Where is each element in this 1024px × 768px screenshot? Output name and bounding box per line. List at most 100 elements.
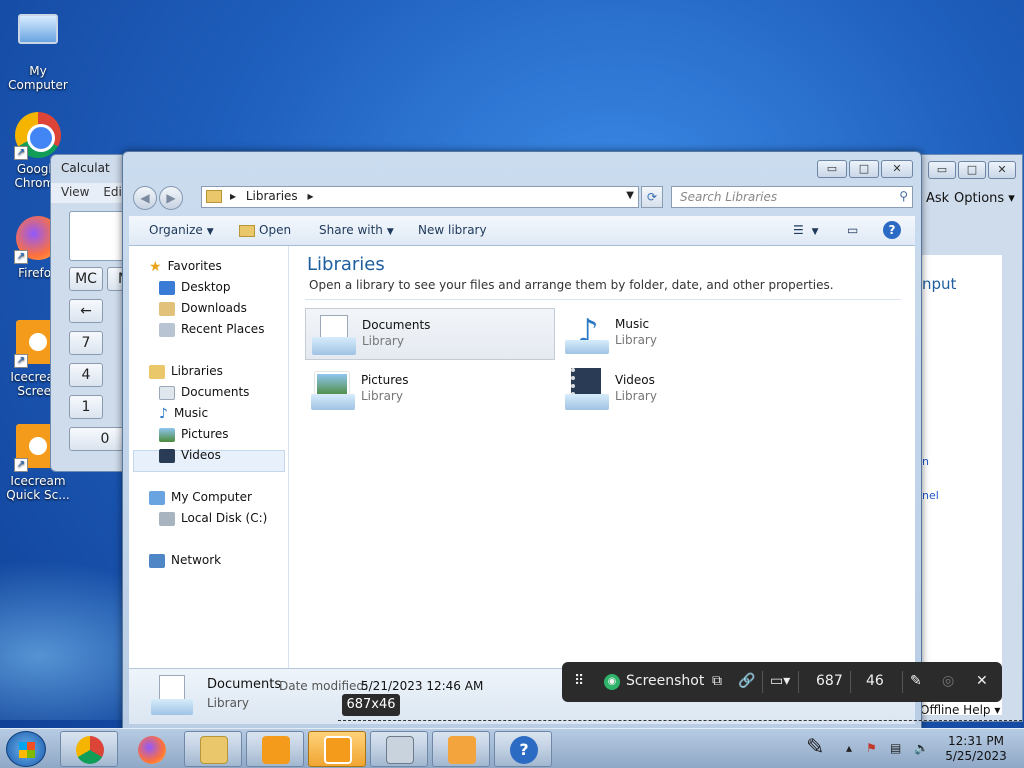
- chrome-icon: ↗: [14, 112, 62, 160]
- close-button[interactable]: ✕: [988, 161, 1016, 179]
- nav-documents[interactable]: Documents: [159, 382, 249, 402]
- taskbar-calculator[interactable]: [370, 731, 428, 767]
- nav-pictures[interactable]: Pictures: [159, 424, 229, 444]
- view-options-icon[interactable]: ☰ ▼: [793, 223, 819, 237]
- menu-view[interactable]: View: [61, 185, 89, 199]
- address-arrow[interactable]: ▸: [230, 189, 236, 203]
- capture-region-border: [338, 720, 1022, 721]
- chevron-down-icon[interactable]: ▼: [626, 190, 634, 201]
- calc-1-button[interactable]: 1: [69, 395, 103, 419]
- documents-icon: [159, 385, 175, 400]
- minimize-button[interactable]: ▭: [817, 160, 847, 178]
- page-title: Libraries: [307, 254, 385, 275]
- taskbar-chrome[interactable]: [60, 731, 118, 767]
- close-button[interactable]: ✕: [881, 160, 913, 178]
- nav-local-disk[interactable]: Local Disk (C:): [159, 508, 267, 528]
- clock[interactable]: 12:31 PM 5/25/2023: [944, 734, 1008, 764]
- calc-4-button[interactable]: 4: [69, 363, 103, 387]
- nav-music[interactable]: ♪ Music: [159, 403, 208, 423]
- nav-videos[interactable]: Videos: [159, 445, 221, 465]
- page-description: Open a library to see your files and arr…: [309, 278, 834, 292]
- show-hidden-icons-icon[interactable]: ▴: [846, 741, 860, 755]
- address-bar[interactable]: ▸ Libraries ▸ ▼: [201, 186, 639, 208]
- breadcrumb-libraries[interactable]: Libraries: [246, 189, 298, 203]
- library-type: Library: [361, 389, 403, 403]
- taskbar-icecream-quick[interactable]: [308, 731, 366, 767]
- menu-options[interactable]: Options ▾: [954, 191, 1015, 206]
- taskbar-explorer[interactable]: [184, 731, 242, 767]
- close-icon[interactable]: ✕: [976, 673, 988, 689]
- drag-handle-icon[interactable]: ⠿: [574, 673, 584, 689]
- nav-libraries[interactable]: Libraries: [149, 361, 223, 381]
- library-type: Library: [362, 334, 404, 348]
- search-input[interactable]: Search Libraries ⚲: [671, 186, 913, 208]
- nav-recent-places[interactable]: Recent Places: [159, 319, 264, 339]
- downloads-icon: [159, 301, 175, 316]
- icecream-quick-icon: [324, 736, 352, 764]
- eye-icon[interactable]: ◎: [942, 673, 954, 689]
- taskbar-icecream-screen[interactable]: [246, 731, 304, 767]
- volume-icon[interactable]: 🔈: [914, 741, 929, 755]
- menu-ask[interactable]: Ask: [926, 191, 949, 206]
- library-item-documents[interactable]: Documents Library: [305, 308, 555, 360]
- taskbar-media-player[interactable]: [432, 731, 490, 767]
- media-player-icon: [448, 736, 476, 764]
- maximize-button[interactable]: □: [849, 160, 879, 178]
- back-button[interactable]: ◀: [133, 186, 157, 210]
- nav-network[interactable]: Network: [149, 550, 221, 570]
- library-item-music[interactable]: ♪ Music Library: [559, 308, 809, 360]
- nav-downloads[interactable]: Downloads: [159, 298, 247, 318]
- help-link[interactable]: nel: [922, 489, 939, 502]
- nav-favorites[interactable]: ★ Favorites: [149, 256, 222, 276]
- screenshot-mode-label[interactable]: Screenshot: [626, 673, 704, 689]
- offline-help-button[interactable]: Offline Help ▾: [920, 703, 1000, 717]
- network-icon: [149, 553, 165, 568]
- pencil-icon[interactable]: ✎: [910, 673, 922, 689]
- link-icon[interactable]: 🔗: [738, 673, 755, 689]
- search-placeholder: Search Libraries: [680, 190, 778, 204]
- nav-label: Libraries: [171, 364, 223, 378]
- share-with-label: Share with: [319, 223, 383, 237]
- library-name: Music: [615, 317, 650, 331]
- height-field[interactable]: 46: [866, 673, 884, 689]
- taskbar-help[interactable]: ?: [494, 731, 552, 767]
- help-link[interactable]: n: [922, 455, 929, 468]
- library-item-pictures[interactable]: Pictures Library: [305, 364, 555, 416]
- share-with-button[interactable]: Share with ▼: [319, 223, 394, 237]
- forward-button[interactable]: ▶: [159, 186, 183, 210]
- search-icon[interactable]: ⚲: [899, 189, 908, 203]
- disk-icon: [159, 511, 175, 526]
- copy-icon[interactable]: ⧉: [712, 673, 722, 689]
- open-button[interactable]: Open: [239, 223, 291, 237]
- address-arrow[interactable]: ▸: [308, 189, 314, 203]
- refresh-button[interactable]: ⟳: [641, 186, 663, 208]
- desktop-icon-label: Icecream Quick Sc...: [6, 474, 70, 502]
- minimize-button[interactable]: ▭: [928, 161, 956, 179]
- nav-label: Local Disk (C:): [181, 511, 268, 525]
- folder-open-icon: [239, 224, 255, 237]
- help-icon[interactable]: ?: [883, 221, 901, 239]
- nav-desktop[interactable]: Desktop: [159, 277, 231, 297]
- network-status-icon[interactable]: ▤: [890, 741, 904, 755]
- library-type: Library: [615, 389, 657, 403]
- monitor-select-icon[interactable]: ▭▾: [770, 673, 790, 689]
- action-center-icon[interactable]: ⚑: [866, 741, 880, 755]
- pen-icon[interactable]: ✎: [806, 735, 832, 761]
- calc-mc-button[interactable]: MC: [69, 267, 103, 291]
- library-item-videos[interactable]: Videos Library: [559, 364, 809, 416]
- preview-pane-icon[interactable]: ▭: [847, 223, 858, 237]
- desktop-icon-my-computer[interactable]: My Computer: [0, 8, 76, 92]
- start-button[interactable]: [6, 731, 46, 767]
- organize-button[interactable]: Organize ▼: [149, 223, 214, 237]
- calc-backspace-button[interactable]: ←: [69, 299, 103, 323]
- navigation-pane: ★ Favorites Desktop Downloads Recent Plac…: [129, 246, 289, 668]
- maximize-button[interactable]: □: [958, 161, 986, 179]
- explorer-window[interactable]: ▭ □ ✕ ◀ ▶ ▸ Libraries ▸ ▼ ⟳ Search Libra…: [122, 151, 922, 729]
- taskbar-firefox[interactable]: [122, 731, 180, 767]
- width-field[interactable]: 687: [816, 673, 843, 689]
- nav-my-computer[interactable]: My Computer: [149, 487, 252, 507]
- help-window[interactable]: ▭ □ ✕ Ask Options ▾ nput n nel Offline H…: [905, 154, 1023, 722]
- calc-7-button[interactable]: 7: [69, 331, 103, 355]
- new-library-button[interactable]: New library: [418, 223, 487, 237]
- screenshot-toolbar[interactable]: ⠿ ◉ Screenshot ⧉ 🔗 ▭▾ 687 46 ✎ ◎ ✕: [562, 662, 1002, 702]
